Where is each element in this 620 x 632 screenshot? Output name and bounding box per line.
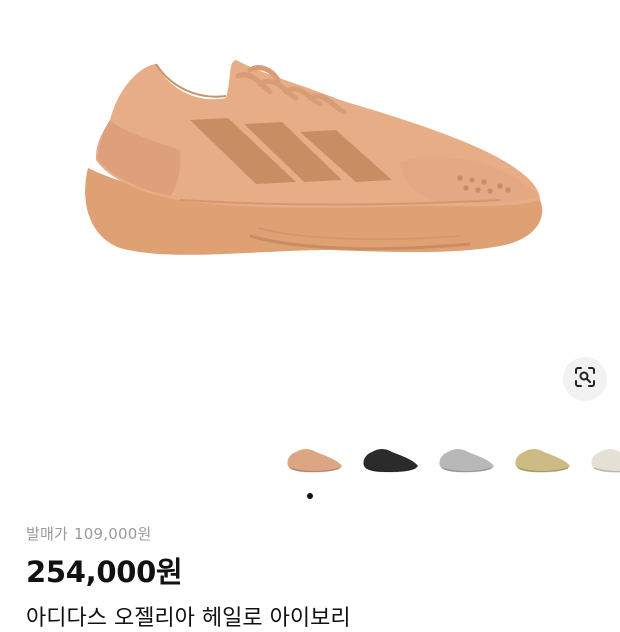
- release-price-label: 발매가: [26, 525, 69, 543]
- release-price-row: 발매가 109,000원: [26, 523, 151, 544]
- current-price: 254,000원: [26, 555, 183, 589]
- image-search-icon: [573, 365, 597, 393]
- product-title: 아디다스 오젤리아 헤일로 아이보리: [26, 606, 351, 631]
- colorway-thumb[interactable]: [282, 440, 346, 480]
- image-search-button[interactable]: [563, 357, 607, 401]
- sneaker-illustration: [85, 60, 543, 255]
- colorway-thumb[interactable]: [586, 440, 620, 480]
- release-price-value: 109,000원: [74, 525, 152, 543]
- colorway-thumbnails: [0, 440, 620, 480]
- colorway-thumb[interactable]: [358, 440, 422, 480]
- carousel-indicator: [307, 493, 313, 499]
- product-image[interactable]: [0, 0, 620, 345]
- colorway-thumb[interactable]: [434, 440, 498, 480]
- colorway-thumb[interactable]: [510, 440, 574, 480]
